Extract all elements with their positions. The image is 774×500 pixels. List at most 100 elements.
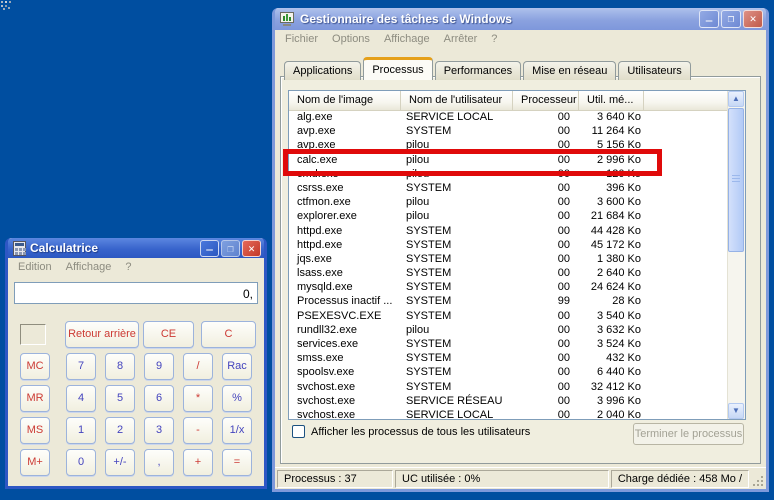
table-row[interactable]: spoolsv.exe SYSTEM 00 6 440 Ko: [289, 365, 728, 379]
column-header-image-name[interactable]: Nom de l'image: [289, 91, 401, 110]
resize-grip[interactable]: [751, 470, 765, 488]
calc-button[interactable]: ,: [144, 449, 174, 476]
tab[interactable]: Mise en réseau: [523, 61, 616, 80]
calc-button[interactable]: 3: [144, 417, 174, 444]
calc-button[interactable]: M+: [20, 449, 50, 476]
cell-cpu: 00: [513, 110, 579, 124]
maximize-button[interactable]: ❐: [721, 10, 741, 28]
calc-button[interactable]: 4: [66, 385, 96, 412]
cell-mem: 32 412 Ko: [579, 380, 644, 394]
table-row[interactable]: services.exe SYSTEM 00 3 524 Ko: [289, 337, 728, 351]
table-row[interactable]: httpd.exe SYSTEM 00 45 172 Ko: [289, 238, 728, 252]
menu-item[interactable]: ?: [118, 259, 138, 275]
column-header-mem[interactable]: Util. mé...: [579, 91, 644, 110]
show-all-processes-checkbox[interactable]: [292, 425, 305, 438]
table-row[interactable]: ctfmon.exe pilou 00 3 600 Ko: [289, 195, 728, 209]
vertical-scrollbar[interactable]: ▲ ▼: [727, 91, 745, 419]
clear-button[interactable]: C: [201, 321, 256, 348]
calc-button[interactable]: Rac: [222, 353, 252, 380]
table-row[interactable]: jqs.exe SYSTEM 00 1 380 Ko: [289, 252, 728, 266]
cell-user-name: SYSTEM: [401, 351, 513, 365]
calc-button[interactable]: MS: [20, 417, 50, 444]
calc-button[interactable]: %: [222, 385, 252, 412]
close-button[interactable]: ✕: [242, 240, 261, 257]
menu-item[interactable]: Affichage: [59, 259, 119, 275]
calc-button[interactable]: 5: [105, 385, 135, 412]
calc-button[interactable]: 8: [105, 353, 135, 380]
calc-button[interactable]: MC: [20, 353, 50, 380]
calc-button[interactable]: *: [183, 385, 213, 412]
process-list[interactable]: Nom de l'image Nom de l'utilisateur Proc…: [288, 90, 746, 420]
table-row[interactable]: Processus inactif ... SYSTEM 99 28 Ko: [289, 294, 728, 308]
tab[interactable]: Processus: [363, 57, 432, 80]
column-header-user-name[interactable]: Nom de l'utilisateur: [401, 91, 513, 110]
tab[interactable]: Performances: [435, 61, 521, 80]
close-button[interactable]: ✕: [743, 10, 763, 28]
cell-user-name: SYSTEM: [401, 224, 513, 238]
cell-user-name: pilou: [401, 209, 513, 223]
table-row[interactable]: csrss.exe SYSTEM 00 396 Ko: [289, 181, 728, 195]
backspace-button[interactable]: Retour arrière: [65, 321, 139, 348]
clear-entry-button[interactable]: CE: [143, 321, 194, 348]
table-row[interactable]: httpd.exe SYSTEM 00 44 428 Ko: [289, 224, 728, 238]
calc-button[interactable]: 7: [66, 353, 96, 380]
table-row[interactable]: svchost.exe SERVICE LOCAL 00 2 040 Ko: [289, 408, 728, 419]
table-row[interactable]: mysqld.exe SYSTEM 00 24 624 Ko: [289, 280, 728, 294]
tab[interactable]: Utilisateurs: [618, 61, 690, 80]
table-row[interactable]: alg.exe SERVICE LOCAL 00 3 640 Ko: [289, 110, 728, 124]
end-process-button[interactable]: Terminer le processus: [633, 423, 744, 445]
minimize-button[interactable]: _: [200, 240, 219, 257]
cell-user-name: SYSTEM: [401, 266, 513, 280]
calc-button[interactable]: 1/x: [222, 417, 252, 444]
processes-tab-page: Nom de l'image Nom de l'utilisateur Proc…: [280, 76, 761, 464]
menu-item[interactable]: Options: [325, 31, 377, 47]
cell-user-name: SYSTEM: [401, 181, 513, 195]
cell-mem: 432 Ko: [579, 351, 644, 365]
table-row[interactable]: avp.exe SYSTEM 00 11 264 Ko: [289, 124, 728, 138]
task-manager-icon: [280, 12, 296, 26]
calc-button[interactable]: MR: [20, 385, 50, 412]
cell-user-name: SYSTEM: [401, 280, 513, 294]
table-row[interactable]: explorer.exe pilou 00 21 684 Ko: [289, 209, 728, 223]
menu-item[interactable]: Edition: [11, 259, 59, 275]
scroll-up-icon[interactable]: ▲: [728, 91, 744, 107]
cell-mem: 396 Ko: [579, 181, 644, 195]
cell-mem: 24 624 Ko: [579, 280, 644, 294]
calculator-titlebar[interactable]: Calculatrice _ ❐ ✕: [8, 238, 264, 258]
calc-button[interactable]: /: [183, 353, 213, 380]
table-row[interactable]: PSEXESVC.EXE SYSTEM 00 3 540 Ko: [289, 309, 728, 323]
table-row[interactable]: smss.exe SYSTEM 00 432 Ko: [289, 351, 728, 365]
scrollbar-thumb[interactable]: [728, 108, 744, 252]
table-row[interactable]: svchost.exe SYSTEM 00 32 412 Ko: [289, 380, 728, 394]
cell-cpu: 00: [513, 309, 579, 323]
scroll-down-icon[interactable]: ▼: [728, 403, 744, 419]
calc-button[interactable]: 9: [144, 353, 174, 380]
cell-user-name: SYSTEM: [401, 380, 513, 394]
calc-button[interactable]: -: [183, 417, 213, 444]
table-row[interactable]: rundll32.exe pilou 00 3 632 Ko: [289, 323, 728, 337]
status-bar: Processus : 37UC utilisée : 0%Charge déd…: [275, 467, 766, 489]
minimize-button[interactable]: _: [699, 10, 719, 28]
calc-button[interactable]: 1: [66, 417, 96, 444]
menu-item[interactable]: Arrêter: [437, 31, 485, 47]
menu-item[interactable]: Affichage: [377, 31, 437, 47]
calculator-display[interactable]: 0,: [14, 282, 258, 304]
cell-mem: 1 380 Ko: [579, 252, 644, 266]
window-title: Gestionnaire des tâches de Windows: [300, 12, 699, 26]
cell-image-name: svchost.exe: [289, 408, 401, 419]
calc-button[interactable]: +/-: [105, 449, 135, 476]
calc-button[interactable]: +: [183, 449, 213, 476]
table-row[interactable]: lsass.exe SYSTEM 00 2 640 Ko: [289, 266, 728, 280]
column-header-cpu[interactable]: Processeur: [513, 91, 579, 110]
calc-button[interactable]: 6: [144, 385, 174, 412]
menu-item[interactable]: Fichier: [278, 31, 325, 47]
table-row[interactable]: svchost.exe SERVICE RÉSEAU 00 3 996 Ko: [289, 394, 728, 408]
tab[interactable]: Applications: [284, 61, 361, 80]
calc-button[interactable]: 0: [66, 449, 96, 476]
menu-item[interactable]: ?: [484, 31, 504, 47]
calc-button[interactable]: 2: [105, 417, 135, 444]
cell-mem: 3 632 Ko: [579, 323, 644, 337]
calc-button[interactable]: =: [222, 449, 252, 476]
task-manager-titlebar[interactable]: Gestionnaire des tâches de Windows _ ❐ ✕: [275, 8, 766, 30]
cell-cpu: 00: [513, 351, 579, 365]
